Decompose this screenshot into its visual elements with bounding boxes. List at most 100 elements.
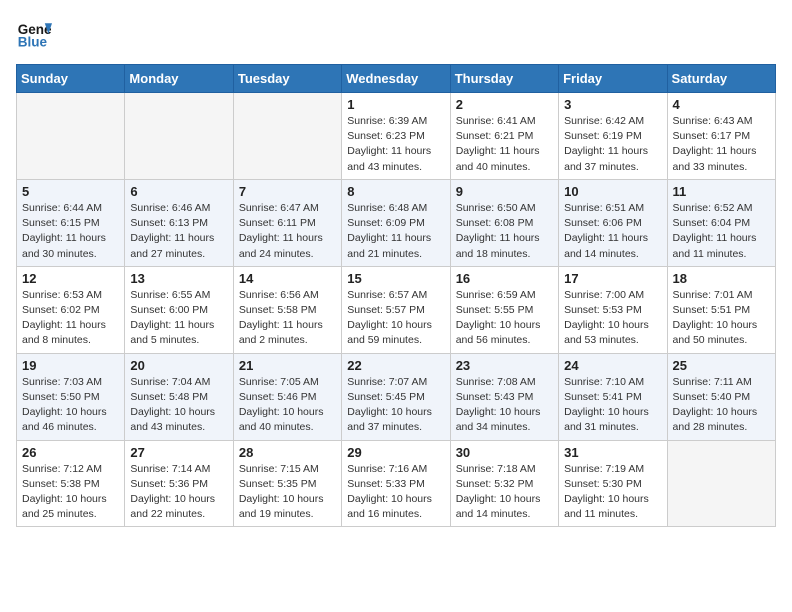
day-number: 17 xyxy=(564,271,661,286)
calendar-cell xyxy=(125,93,233,180)
day-number: 1 xyxy=(347,97,444,112)
day-number: 23 xyxy=(456,358,553,373)
day-info: Sunrise: 6:39 AM Sunset: 6:23 PM Dayligh… xyxy=(347,114,444,175)
calendar-cell: 31 Sunrise: 7:19 AM Sunset: 5:30 PM Dayli… xyxy=(559,440,667,527)
day-info: Sunrise: 7:05 AM Sunset: 5:46 PM Dayligh… xyxy=(239,375,336,436)
calendar-cell: 18Sunrise: 7:01 AM Sunset: 5:51 PM Dayli… xyxy=(667,266,775,353)
day-info: Sunrise: 6:53 AM Sunset: 6:02 PM Dayligh… xyxy=(22,288,119,349)
page-header: General Blue xyxy=(16,16,776,52)
weekday-header-thursday: Thursday xyxy=(450,65,558,93)
calendar-cell: 14Sunrise: 6:56 AM Sunset: 5:58 PM Dayli… xyxy=(233,266,341,353)
calendar-cell: 13 Sunrise: 6:55 AM Sunset: 6:00 PM Dayli… xyxy=(125,266,233,353)
day-info: Sunrise: 6:41 AM Sunset: 6:21 PM Dayligh… xyxy=(456,114,553,175)
day-info: Sunrise: 7:00 AM Sunset: 5:53 PM Dayligh… xyxy=(564,288,661,349)
day-info: Sunrise: 6:47 AM Sunset: 6:11 PM Dayligh… xyxy=(239,201,336,262)
day-info: Sunrise: 6:43 AM Sunset: 6:17 PM Dayligh… xyxy=(673,114,770,175)
day-info: Sunrise: 7:16 AM Sunset: 5:33 PM Dayligh… xyxy=(347,462,444,523)
day-number: 6 xyxy=(130,184,227,199)
calendar-cell: 21 Sunrise: 7:05 AM Sunset: 5:46 PM Dayli… xyxy=(233,353,341,440)
day-number: 30 xyxy=(456,445,553,460)
weekday-header-monday: Monday xyxy=(125,65,233,93)
day-info: Sunrise: 7:18 AM Sunset: 5:32 PM Dayligh… xyxy=(456,462,553,523)
calendar-cell: 25Sunrise: 7:11 AM Sunset: 5:40 PM Dayli… xyxy=(667,353,775,440)
weekday-header-sunday: Sunday xyxy=(17,65,125,93)
day-number: 27 xyxy=(130,445,227,460)
calendar-cell xyxy=(667,440,775,527)
day-number: 11 xyxy=(673,184,770,199)
day-info: Sunrise: 6:46 AM Sunset: 6:13 PM Dayligh… xyxy=(130,201,227,262)
day-info: Sunrise: 6:48 AM Sunset: 6:09 PM Dayligh… xyxy=(347,201,444,262)
day-info: Sunrise: 7:07 AM Sunset: 5:45 PM Dayligh… xyxy=(347,375,444,436)
calendar-cell: 29 Sunrise: 7:16 AM Sunset: 5:33 PM Dayli… xyxy=(342,440,450,527)
weekday-header-saturday: Saturday xyxy=(667,65,775,93)
day-number: 16 xyxy=(456,271,553,286)
calendar-cell: 27Sunrise: 7:14 AM Sunset: 5:36 PM Dayli… xyxy=(125,440,233,527)
day-number: 21 xyxy=(239,358,336,373)
calendar-cell: 22 Sunrise: 7:07 AM Sunset: 5:45 PM Dayli… xyxy=(342,353,450,440)
svg-text:Blue: Blue xyxy=(18,35,48,50)
calendar-cell: 3Sunrise: 6:42 AM Sunset: 6:19 PM Daylig… xyxy=(559,93,667,180)
day-number: 10 xyxy=(564,184,661,199)
calendar-cell: 6 Sunrise: 6:46 AM Sunset: 6:13 PM Daylig… xyxy=(125,179,233,266)
calendar: SundayMondayTuesdayWednesdayThursdayFrid… xyxy=(16,64,776,527)
day-info: Sunrise: 6:44 AM Sunset: 6:15 PM Dayligh… xyxy=(22,201,119,262)
day-info: Sunrise: 6:50 AM Sunset: 6:08 PM Dayligh… xyxy=(456,201,553,262)
calendar-cell: 11 Sunrise: 6:52 AM Sunset: 6:04 PM Dayli… xyxy=(667,179,775,266)
calendar-cell: 10 Sunrise: 6:51 AM Sunset: 6:06 PM Dayli… xyxy=(559,179,667,266)
day-number: 4 xyxy=(673,97,770,112)
day-info: Sunrise: 7:19 AM Sunset: 5:30 PM Dayligh… xyxy=(564,462,661,523)
calendar-cell: 23 Sunrise: 7:08 AM Sunset: 5:43 PM Dayli… xyxy=(450,353,558,440)
day-number: 3 xyxy=(564,97,661,112)
calendar-cell: 19 Sunrise: 7:03 AM Sunset: 5:50 PM Dayli… xyxy=(17,353,125,440)
calendar-cell: 30 Sunrise: 7:18 AM Sunset: 5:32 PM Dayli… xyxy=(450,440,558,527)
week-row-4: 19 Sunrise: 7:03 AM Sunset: 5:50 PM Dayli… xyxy=(17,353,776,440)
day-info: Sunrise: 6:51 AM Sunset: 6:06 PM Dayligh… xyxy=(564,201,661,262)
day-number: 22 xyxy=(347,358,444,373)
day-number: 29 xyxy=(347,445,444,460)
day-number: 5 xyxy=(22,184,119,199)
calendar-cell: 4 Sunrise: 6:43 AM Sunset: 6:17 PM Daylig… xyxy=(667,93,775,180)
logo: General Blue xyxy=(16,16,52,52)
day-number: 13 xyxy=(130,271,227,286)
calendar-cell: 7 Sunrise: 6:47 AM Sunset: 6:11 PM Daylig… xyxy=(233,179,341,266)
day-number: 15 xyxy=(347,271,444,286)
day-number: 19 xyxy=(22,358,119,373)
day-info: Sunrise: 6:56 AM Sunset: 5:58 PM Dayligh… xyxy=(239,288,336,349)
weekday-header-row: SundayMondayTuesdayWednesdayThursdayFrid… xyxy=(17,65,776,93)
logo-icon: General Blue xyxy=(16,16,52,52)
day-info: Sunrise: 6:59 AM Sunset: 5:55 PM Dayligh… xyxy=(456,288,553,349)
day-info: Sunrise: 7:10 AM Sunset: 5:41 PM Dayligh… xyxy=(564,375,661,436)
day-number: 2 xyxy=(456,97,553,112)
day-info: Sunrise: 7:12 AM Sunset: 5:38 PM Dayligh… xyxy=(22,462,119,523)
calendar-cell: 8Sunrise: 6:48 AM Sunset: 6:09 PM Daylig… xyxy=(342,179,450,266)
calendar-cell: 15 Sunrise: 6:57 AM Sunset: 5:57 PM Dayli… xyxy=(342,266,450,353)
calendar-cell: 17 Sunrise: 7:00 AM Sunset: 5:53 PM Dayli… xyxy=(559,266,667,353)
day-number: 12 xyxy=(22,271,119,286)
day-number: 24 xyxy=(564,358,661,373)
day-number: 25 xyxy=(673,358,770,373)
calendar-cell: 9Sunrise: 6:50 AM Sunset: 6:08 PM Daylig… xyxy=(450,179,558,266)
calendar-cell: 24 Sunrise: 7:10 AM Sunset: 5:41 PM Dayli… xyxy=(559,353,667,440)
weekday-header-wednesday: Wednesday xyxy=(342,65,450,93)
day-number: 18 xyxy=(673,271,770,286)
day-info: Sunrise: 7:04 AM Sunset: 5:48 PM Dayligh… xyxy=(130,375,227,436)
calendar-cell: 28Sunrise: 7:15 AM Sunset: 5:35 PM Dayli… xyxy=(233,440,341,527)
day-number: 7 xyxy=(239,184,336,199)
week-row-2: 5 Sunrise: 6:44 AM Sunset: 6:15 PM Daylig… xyxy=(17,179,776,266)
day-number: 31 xyxy=(564,445,661,460)
week-row-5: 26Sunrise: 7:12 AM Sunset: 5:38 PM Dayli… xyxy=(17,440,776,527)
weekday-header-tuesday: Tuesday xyxy=(233,65,341,93)
calendar-cell: 1 Sunrise: 6:39 AM Sunset: 6:23 PM Daylig… xyxy=(342,93,450,180)
calendar-cell xyxy=(233,93,341,180)
day-info: Sunrise: 7:08 AM Sunset: 5:43 PM Dayligh… xyxy=(456,375,553,436)
calendar-cell: 26Sunrise: 7:12 AM Sunset: 5:38 PM Dayli… xyxy=(17,440,125,527)
weekday-header-friday: Friday xyxy=(559,65,667,93)
day-number: 28 xyxy=(239,445,336,460)
calendar-cell: 12 Sunrise: 6:53 AM Sunset: 6:02 PM Dayli… xyxy=(17,266,125,353)
day-info: Sunrise: 6:52 AM Sunset: 6:04 PM Dayligh… xyxy=(673,201,770,262)
day-info: Sunrise: 6:57 AM Sunset: 5:57 PM Dayligh… xyxy=(347,288,444,349)
calendar-cell xyxy=(17,93,125,180)
day-info: Sunrise: 7:03 AM Sunset: 5:50 PM Dayligh… xyxy=(22,375,119,436)
day-info: Sunrise: 6:55 AM Sunset: 6:00 PM Dayligh… xyxy=(130,288,227,349)
calendar-cell: 2 Sunrise: 6:41 AM Sunset: 6:21 PM Daylig… xyxy=(450,93,558,180)
